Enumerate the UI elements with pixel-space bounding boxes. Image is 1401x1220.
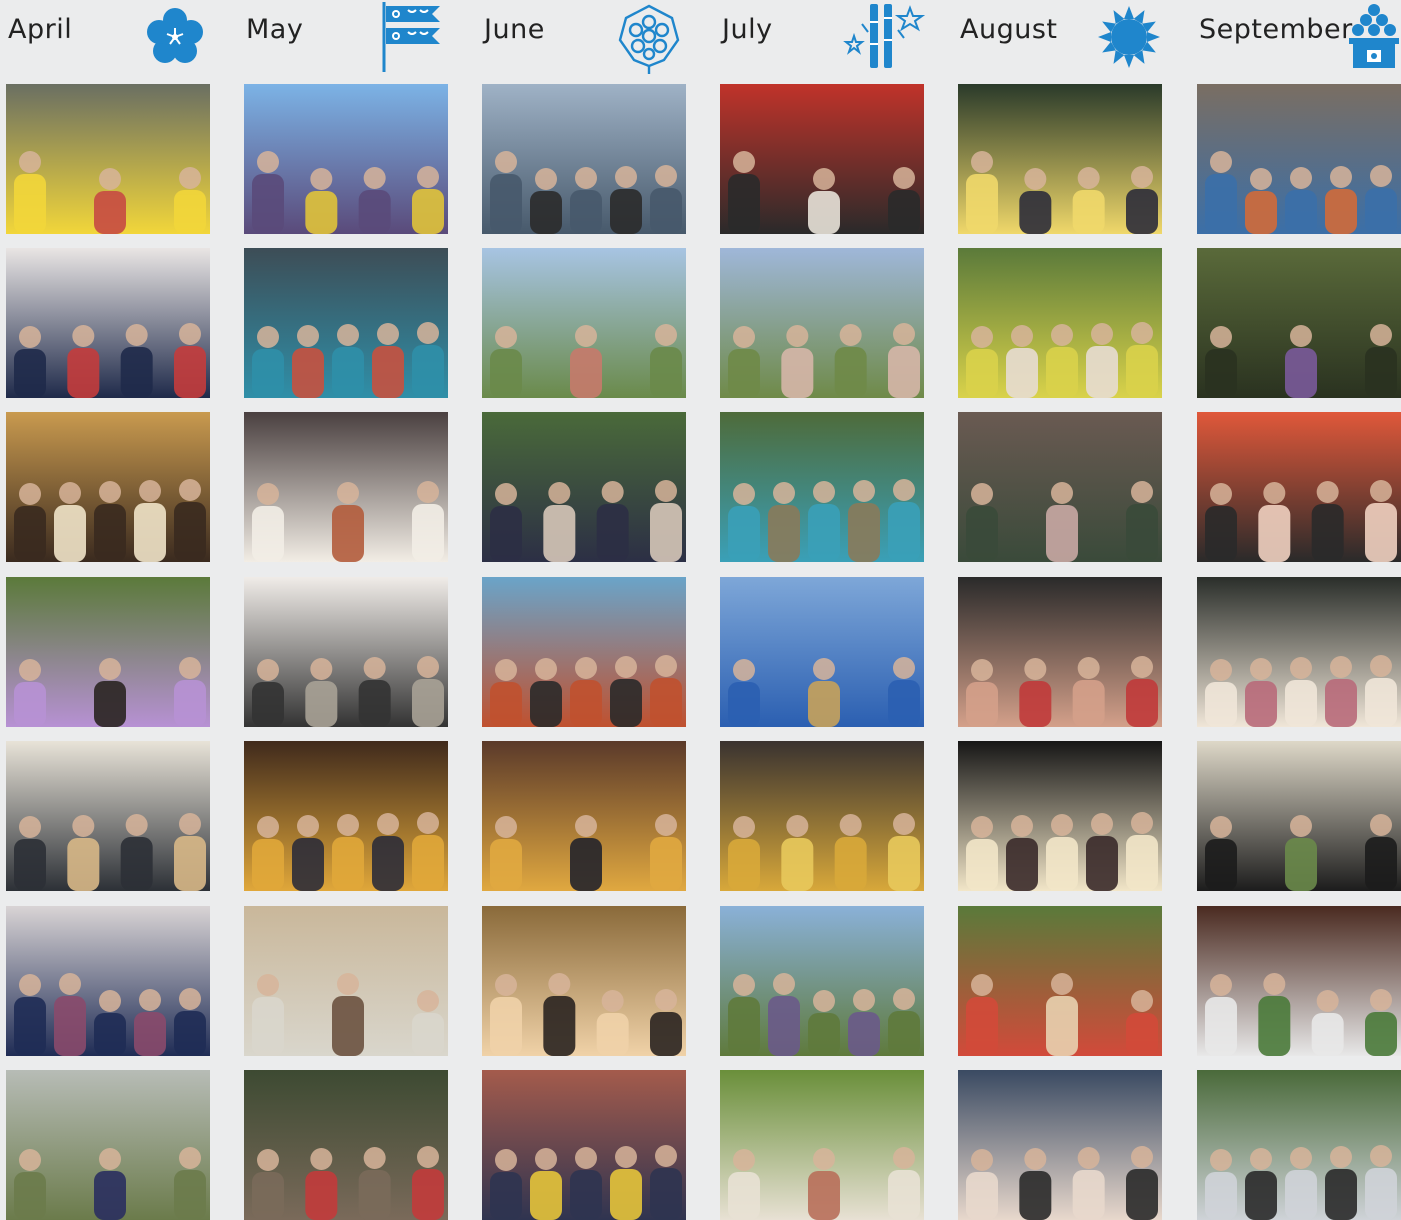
month-label: August (960, 14, 1058, 45)
photo-pond-park (6, 1070, 210, 1220)
header-april: April (6, 0, 212, 76)
photo-cherry-blossoms-group (6, 248, 210, 398)
photo-forest-walk (244, 1070, 448, 1220)
photo-koto-lesson (244, 906, 448, 1056)
photo-flower-fields (720, 248, 924, 398)
photo-game-arcade (244, 741, 448, 891)
photo-stadium-crowd (958, 1070, 1162, 1220)
tanabata-bamboo-icon (840, 0, 926, 74)
photo-tea-ceremony (244, 412, 448, 562)
month-label: April (8, 14, 73, 45)
photo-flower-arranging (1197, 741, 1401, 891)
photo-tulip-field (244, 84, 448, 234)
koinobori-carp-streamer-icon (378, 0, 446, 76)
sunflower-icon (1096, 4, 1162, 74)
photo-izakaya-party (6, 412, 210, 562)
column-july: July (720, 0, 926, 1220)
month-label: June (484, 14, 545, 45)
photo-kimono-friends (6, 906, 210, 1056)
monthly-photo-grid: April May June July August September (0, 0, 1401, 1220)
photo-summer-festival (958, 84, 1162, 234)
header-august: August (958, 0, 1164, 76)
header-september: September (1197, 0, 1401, 76)
column-june: June (482, 0, 688, 1220)
hydrangea-icon (614, 2, 684, 78)
month-label: July (722, 14, 773, 45)
photo-chopsticks-fun (958, 577, 1162, 727)
photo-dance-studio (720, 741, 924, 891)
photo-alpaca-farm (720, 1070, 924, 1220)
photo-night-concert (958, 741, 1162, 891)
photo-shop-visit (482, 741, 686, 891)
photo-lilac-blossoms (6, 577, 210, 727)
photo-fushimi-inari (1197, 412, 1401, 562)
photo-pottery-class (244, 577, 448, 727)
photo-bookstore-selfie (482, 906, 686, 1056)
column-september: September (1197, 0, 1401, 1220)
cherry-blossom-icon (142, 4, 208, 74)
photo-umbrella-garden (1197, 1070, 1401, 1220)
photo-garden-picnic (958, 906, 1162, 1056)
tsukimi-dango-icon (1347, 2, 1401, 74)
photo-blue-pond (720, 412, 924, 562)
month-label: May (246, 14, 304, 45)
header-may: May (244, 0, 450, 76)
photo-soba-making (6, 741, 210, 891)
header-july: July (720, 0, 926, 76)
photo-city-sitting (482, 248, 686, 398)
photo-torii-shrine (720, 84, 924, 234)
column-may: May (244, 0, 450, 1220)
photo-kendo-hall (1197, 906, 1401, 1056)
photo-river-rafting (6, 84, 210, 234)
photo-festival-costume (720, 577, 924, 727)
photo-market-stall (482, 412, 686, 562)
photo-lavender-field (720, 906, 924, 1056)
photo-festival-street (482, 1070, 686, 1220)
column-april: April (6, 0, 212, 1220)
month-label: September (1199, 14, 1353, 45)
photo-ocean-view (482, 84, 686, 234)
photo-paper-fan (1197, 577, 1401, 727)
photo-hiking-group (958, 248, 1162, 398)
photo-roller-coaster (244, 248, 448, 398)
photo-straw-hats-temple (1197, 84, 1401, 234)
photo-cosplay-event (482, 577, 686, 727)
column-august: August (958, 0, 1164, 1220)
photo-zen-garden (1197, 248, 1401, 398)
photo-clock-tower (958, 412, 1162, 562)
header-june: June (482, 0, 688, 76)
